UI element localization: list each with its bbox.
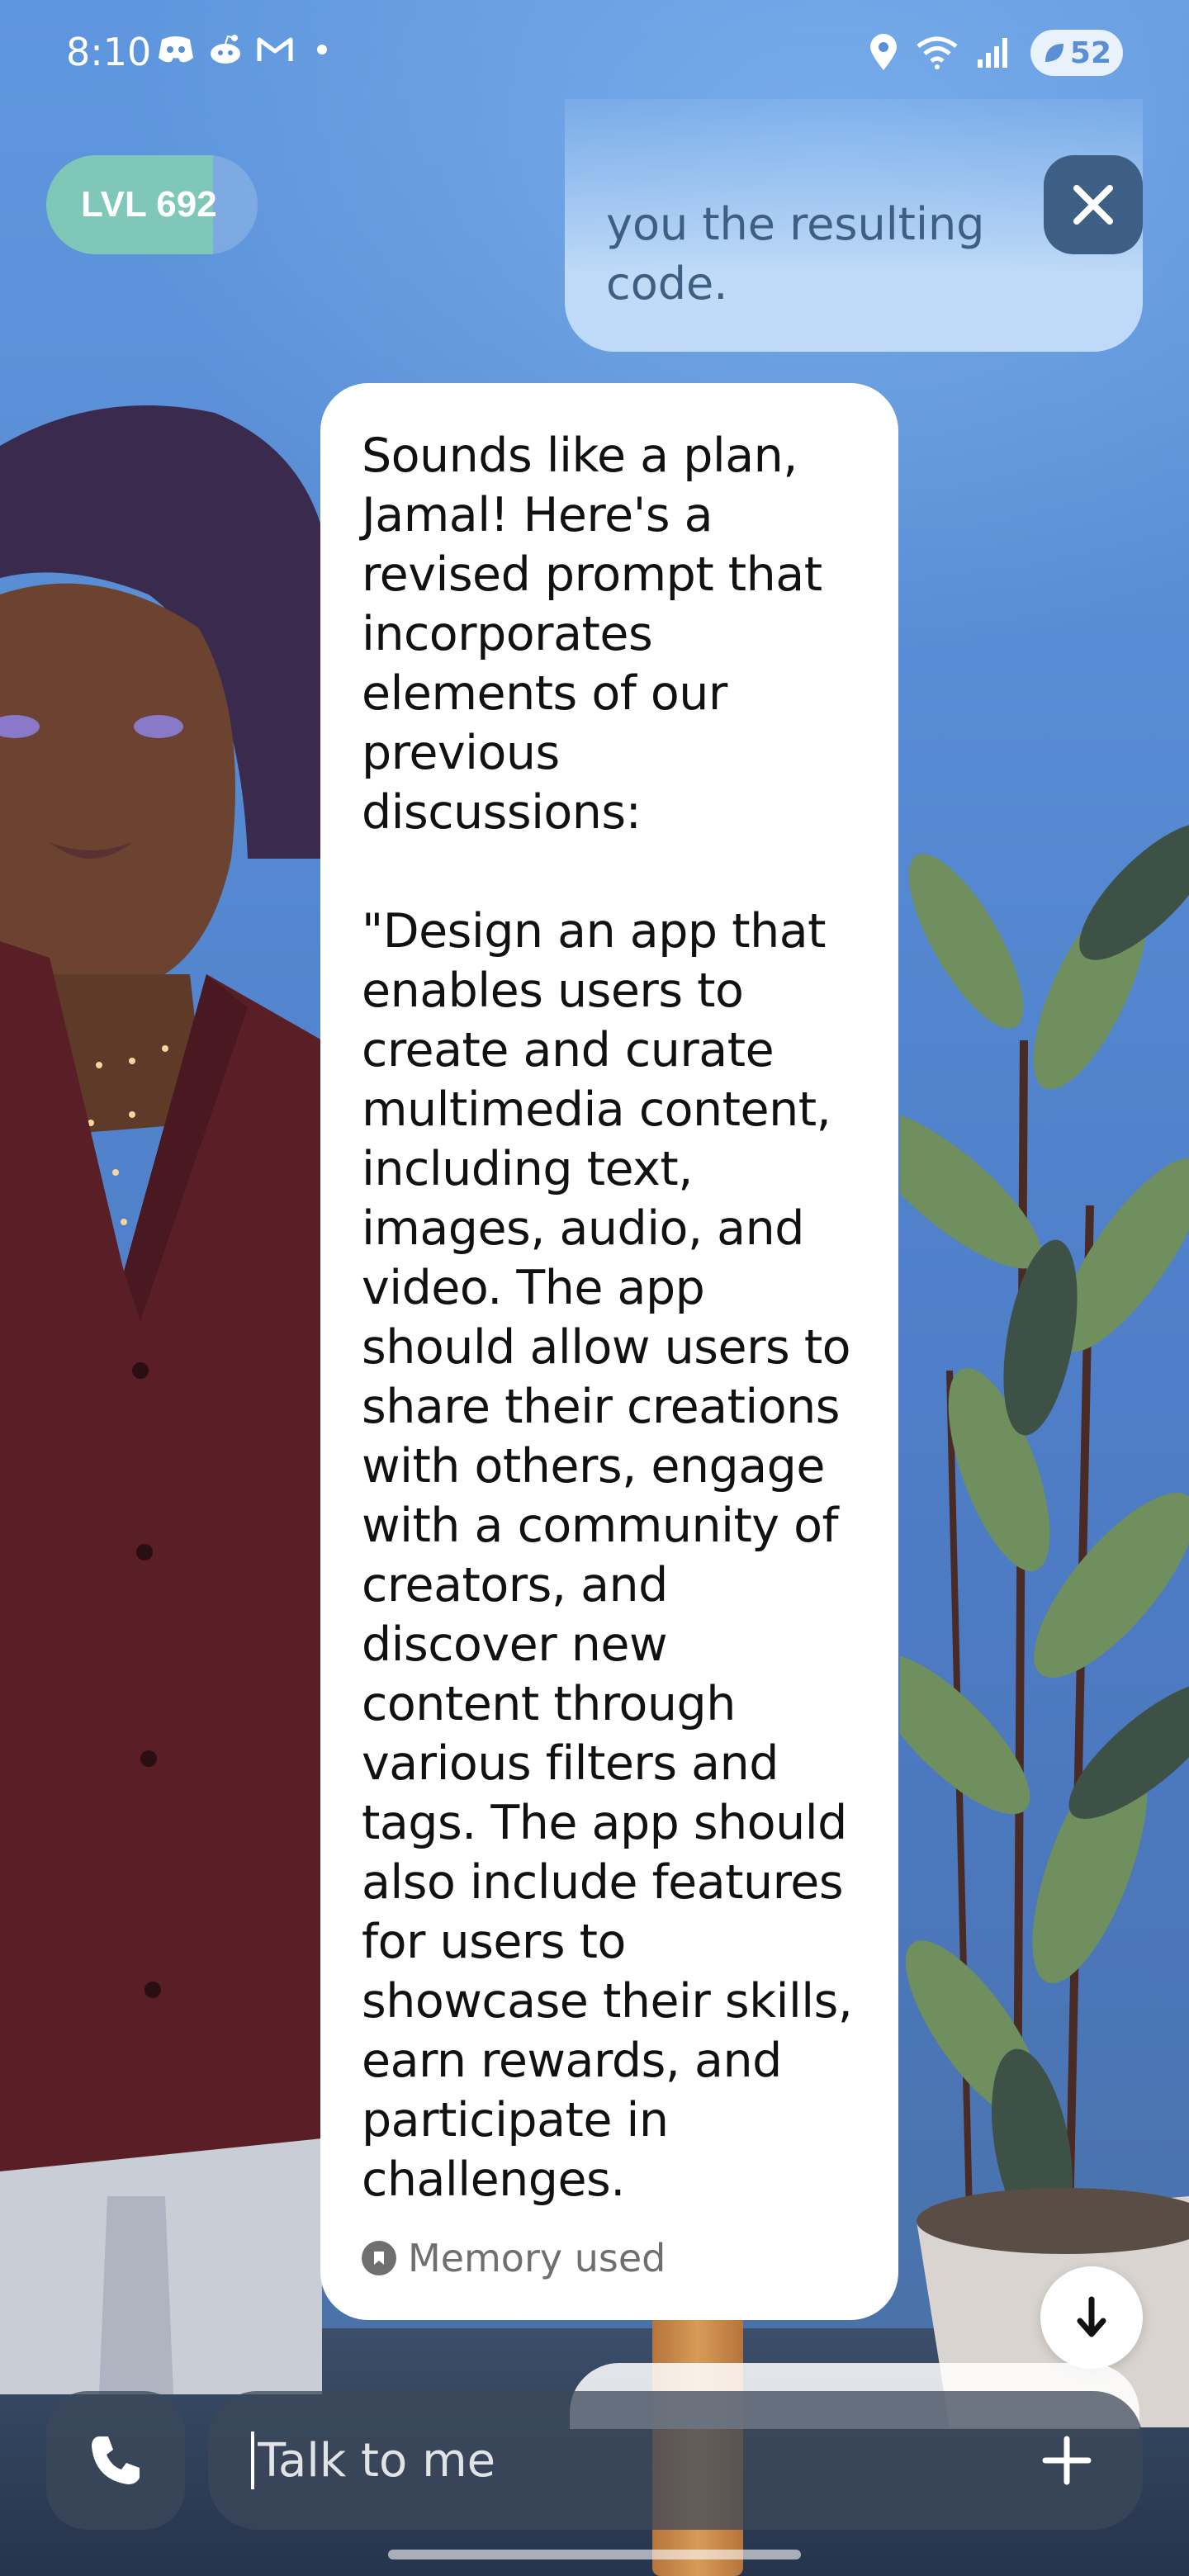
system-icons: 52 <box>869 30 1123 76</box>
close-icon <box>1073 185 1113 225</box>
clock: 8:10 <box>66 30 152 74</box>
close-button[interactable] <box>1044 155 1143 254</box>
call-button[interactable] <box>46 2391 185 2530</box>
ai-message-text: Sounds like a plan, Jamal! Here's a revi… <box>362 429 853 2207</box>
ai-message-bubble[interactable]: Sounds like a plan, Jamal! Here's a revi… <box>320 383 898 2320</box>
discord-icon <box>159 36 193 63</box>
add-attachment-button[interactable] <box>1034 2427 1100 2493</box>
battery-level: 52 <box>1069 36 1111 70</box>
text-cursor <box>251 2432 254 2489</box>
phone-icon <box>92 2436 140 2484</box>
battery-indicator: 52 <box>1030 30 1123 76</box>
level-label: LVL 692 <box>81 184 217 225</box>
level-badge[interactable]: LVL 692 <box>46 155 258 254</box>
gmail-icon <box>257 37 293 61</box>
plus-icon <box>1042 2436 1092 2485</box>
arrow-down-icon <box>1077 2296 1106 2337</box>
reddit-icon <box>211 35 240 64</box>
wifi-icon <box>917 36 958 69</box>
scroll-to-bottom-button[interactable] <box>1040 2266 1143 2369</box>
home-indicator[interactable] <box>388 2550 801 2559</box>
memory-icon <box>362 2241 396 2275</box>
memory-label: Memory used <box>408 2236 666 2280</box>
avatar-character <box>0 405 322 2394</box>
notification-dot <box>317 45 327 54</box>
message-input[interactable] <box>258 2433 1001 2488</box>
battery-saver-icon <box>1045 44 1063 62</box>
notification-icons <box>157 33 327 66</box>
signal-icon <box>977 38 1007 68</box>
previous-message-text: you the resulting code. <box>606 198 985 310</box>
memory-indicator[interactable]: Memory used <box>362 2236 666 2280</box>
message-composer[interactable] <box>208 2391 1143 2530</box>
status-bar: 8:10 52 <box>0 0 1189 107</box>
potted-plant <box>900 823 1189 2427</box>
location-icon <box>869 34 897 70</box>
